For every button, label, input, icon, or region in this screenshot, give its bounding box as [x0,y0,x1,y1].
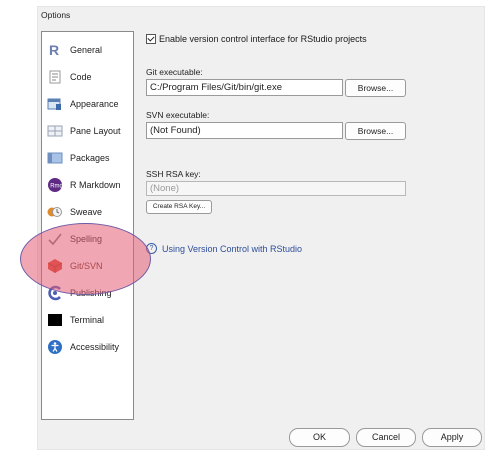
pane-layout-icon [47,123,63,139]
sidebar-item-label: Git/SVN [70,261,103,271]
enable-vcs-row[interactable]: Enable version control interface for RSt… [146,34,367,44]
sidebar-item-terminal[interactable]: Terminal [42,309,133,331]
accessibility-icon [47,339,63,355]
dialog-title: Options [41,10,71,20]
r-logo-icon: R [47,42,63,58]
sidebar-item-label: Packages [70,153,110,163]
git-executable-field[interactable]: C:/Program Files/Git/bin/git.exe [146,79,343,96]
sidebar-item-git-svn[interactable]: Git/SVN [42,255,133,277]
sidebar-item-label: Sweave [70,207,103,217]
publishing-icon [47,285,63,301]
sidebar-item-label: Accessibility [70,342,120,352]
r-markdown-icon: Rmd [47,177,63,193]
sidebar-item-publishing[interactable]: Publishing [42,282,133,304]
version-control-help-link[interactable]: Using Version Control with RStudio [162,244,302,254]
sidebar-item-r-markdown[interactable]: Rmd R Markdown [42,174,133,196]
ok-button[interactable]: OK [289,428,350,447]
options-dialog: Options R General Code Appearance Pane L… [37,6,485,450]
svg-text:Rmd: Rmd [50,184,63,190]
spelling-icon [47,231,63,247]
sidebar-item-label: Code [70,72,92,82]
sidebar-item-spelling[interactable]: Spelling [42,228,133,250]
sidebar-item-label: Appearance [70,99,119,109]
sidebar-item-general[interactable]: R General [42,39,133,61]
git-svn-icon [47,258,63,274]
ssh-rsa-key-field: (None) [146,181,406,196]
svn-browse-button[interactable]: Browse... [345,122,406,140]
help-link-row[interactable]: ? Using Version Control with RStudio [146,243,302,254]
code-icon [47,69,63,85]
sidebar-item-label: Terminal [70,315,105,325]
appearance-icon [47,96,63,112]
git-svn-pane: Enable version control interface for RSt… [144,31,474,421]
sidebar-item-label: R Markdown [70,180,121,190]
sidebar-item-code[interactable]: Code [42,66,133,88]
cancel-button[interactable]: Cancel [356,428,416,447]
enable-vcs-checkbox[interactable] [146,34,156,44]
terminal-icon [47,312,63,328]
create-rsa-key-button[interactable]: Create RSA Key... [146,200,212,214]
options-sidebar: R General Code Appearance Pane Layout Pa… [41,31,134,420]
git-browse-button[interactable]: Browse... [345,79,406,97]
sidebar-item-label: Spelling [70,234,103,244]
help-icon: ? [146,243,157,254]
sidebar-item-packages[interactable]: Packages [42,147,133,169]
svg-text:R: R [49,42,59,58]
sidebar-item-label: Pane Layout [70,126,121,136]
sidebar-item-accessibility[interactable]: Accessibility [42,336,133,358]
sidebar-item-appearance[interactable]: Appearance [42,93,133,115]
sidebar-item-label: General [70,45,103,55]
apply-button[interactable]: Apply [422,428,482,447]
ssh-rsa-key-label: SSH RSA key: [146,169,201,179]
svn-executable-field[interactable]: (Not Found) [146,122,343,139]
sidebar-item-label: Publishing [70,288,112,298]
git-executable-label: Git executable: [146,67,203,77]
svn-executable-label: SVN executable: [146,110,210,120]
sidebar-item-sweave[interactable]: Sweave [42,201,133,223]
sweave-icon [47,204,63,220]
enable-vcs-label: Enable version control interface for RSt… [159,34,367,44]
sidebar-item-pane-layout[interactable]: Pane Layout [42,120,133,142]
packages-icon [47,150,63,166]
